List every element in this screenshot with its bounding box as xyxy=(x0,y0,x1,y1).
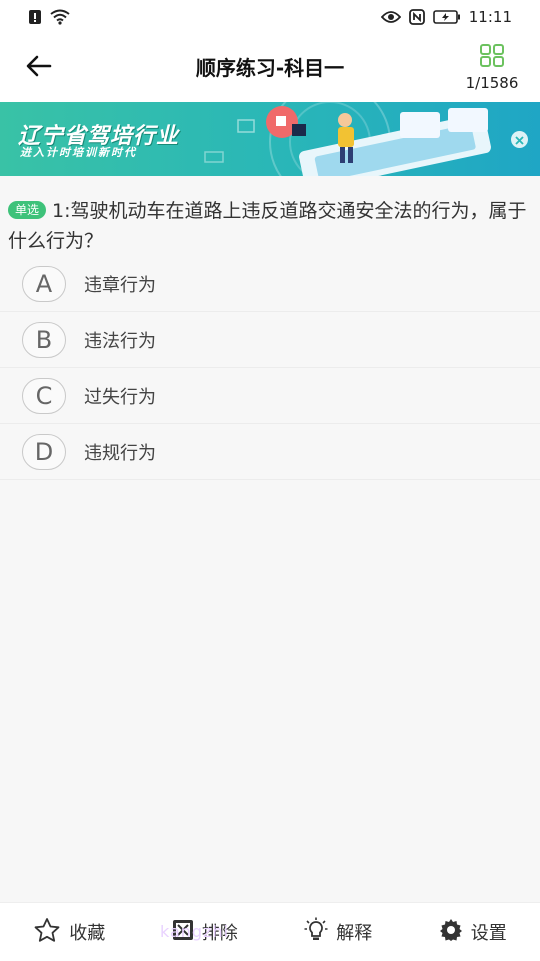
status-bar: 11:11 xyxy=(0,0,540,34)
lightbulb-icon xyxy=(304,917,328,948)
option-letter: B xyxy=(22,321,66,358)
option-c[interactable]: C 过失行为 xyxy=(0,368,540,424)
option-text: 违章行为 xyxy=(84,274,156,296)
close-icon xyxy=(515,130,524,149)
exclude-icon xyxy=(172,919,194,946)
settings-label: 设置 xyxy=(470,923,507,944)
status-left xyxy=(28,9,70,25)
page-title: 顺序练习-科目一 xyxy=(195,56,345,80)
banner-subline: 进入计时培训新时代 xyxy=(20,146,137,159)
option-letter: C xyxy=(22,377,66,414)
banner-close-button[interactable] xyxy=(511,131,528,148)
exclude-label: 排除 xyxy=(201,923,238,944)
battery-icon xyxy=(432,10,461,24)
eye-icon xyxy=(380,10,401,24)
status-time: 11:11 xyxy=(468,8,512,26)
option-text: 违法行为 xyxy=(84,330,156,352)
option-a[interactable]: A 违章行为 xyxy=(0,256,540,312)
favorite-button[interactable]: 收藏 xyxy=(33,917,105,948)
option-d[interactable]: D 违规行为 xyxy=(0,424,540,480)
option-text: 违规行为 xyxy=(84,442,156,464)
gear-icon xyxy=(439,918,463,947)
question-text: 1:驾驶机动车在道路上违反道路交通安全法的行为，属于什么行为？ xyxy=(8,200,527,252)
question: 单选 1:驾驶机动车在道路上违反道路交通安全法的行为，属于什么行为？ xyxy=(8,196,528,256)
option-text: 过失行为 xyxy=(84,386,156,408)
question-type-badge: 单选 xyxy=(8,201,47,219)
option-b[interactable]: B 违法行为 xyxy=(0,312,540,368)
option-letter: A xyxy=(22,265,66,302)
wifi-icon xyxy=(50,9,70,25)
option-letter: D xyxy=(22,433,66,470)
sim-alert-icon xyxy=(28,9,42,25)
ad-banner[interactable]: 辽宁省驾培行业 进入计时培训新时代 xyxy=(0,102,540,176)
grid-icon xyxy=(478,44,506,72)
back-arrow-icon xyxy=(26,55,52,81)
header: 顺序练习-科目一 1/1586 xyxy=(0,34,540,102)
favorite-label: 收藏 xyxy=(69,923,106,944)
nfc-icon xyxy=(408,9,425,25)
progress-text: 1/1586 xyxy=(465,74,519,92)
status-right: 11:11 xyxy=(380,8,512,26)
back-button[interactable] xyxy=(26,50,70,86)
explain-button[interactable]: 解释 xyxy=(304,917,372,948)
explain-label: 解释 xyxy=(336,923,373,944)
options-list: A 违章行为 B 违法行为 C 过失行为 D 违规行为 xyxy=(0,256,540,480)
exclude-button[interactable]: 排除 xyxy=(172,919,238,946)
bottom-toolbar: 收藏 排除 解释 设置 xyxy=(0,902,540,961)
settings-button[interactable]: 设置 xyxy=(439,918,507,947)
question-index-button[interactable]: 1/1586 xyxy=(460,44,524,96)
star-icon xyxy=(33,917,61,948)
